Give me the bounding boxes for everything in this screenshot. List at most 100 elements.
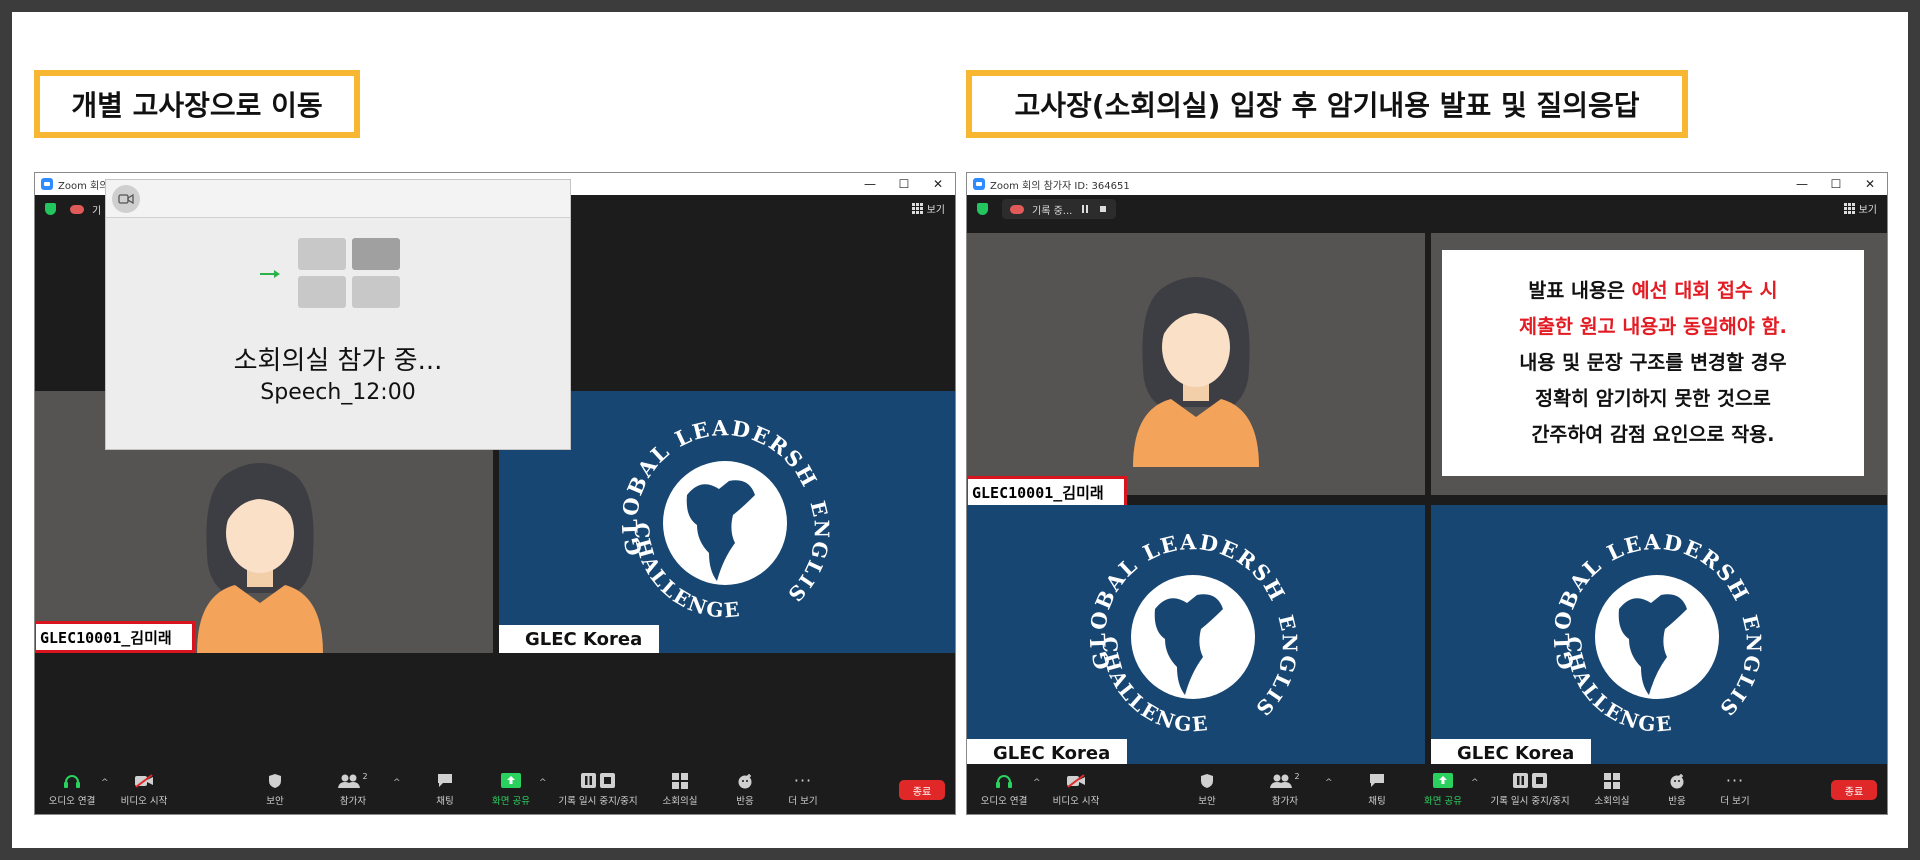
step-label-right: 고사장(소회의실) 입장 후 암기내용 발표 및 질의응답	[966, 70, 1688, 138]
view-label: 보기	[1858, 205, 1877, 216]
video-tile-glec-korea-2[interactable]: GLOBAL LEADERSHIP ENGLISH CHALLENGE GLEC…	[1431, 505, 1887, 767]
share-screen-icon	[501, 773, 521, 788]
cloud-record-icon	[1010, 204, 1024, 214]
zoom-logo-icon	[41, 178, 53, 190]
pause-icon[interactable]	[1080, 204, 1090, 214]
reaction-icon	[1670, 773, 1684, 788]
pause-stop-icon	[1513, 773, 1547, 788]
notice-line-3: 내용 및 문장 구조를 변경할 경우	[1519, 351, 1787, 374]
shield-icon	[269, 773, 281, 788]
video-button[interactable]: 비디오 시작	[111, 764, 177, 814]
security-shield-icon	[45, 203, 56, 215]
record-pause-button[interactable]: 기록 일시 중지/중지	[553, 764, 643, 814]
video-off-icon	[135, 773, 153, 788]
more-icon: ···	[793, 771, 813, 790]
participants-count: 2	[362, 771, 368, 781]
minimize-button[interactable]: —	[1785, 173, 1819, 195]
view-label: 보기	[926, 205, 945, 216]
audio-button[interactable]: 오디오 연결	[41, 764, 103, 814]
participants-icon	[1270, 774, 1293, 788]
notice-line-2: 제출한 원고 내용과 동일해야 함.	[1519, 315, 1787, 338]
dialog-subtitle: Speech_12:00	[260, 380, 416, 405]
minimize-button[interactable]: —	[853, 173, 887, 195]
dialog-title: 소회의실 참가 중...	[233, 346, 443, 376]
share-screen-button[interactable]: 화면 공유	[481, 764, 541, 814]
glec-logo: GLOBAL LEADERSHIP ENGLISH CHALLENGE	[1073, 517, 1300, 737]
canvas: 개별 고사장으로 이동 고사장(소회의실) 입장 후 암기내용 발표 및 질의응…	[12, 12, 1908, 848]
close-button[interactable]: ✕	[1853, 173, 1887, 195]
participant-name-tag-highlighted: GLEC10001_김미래	[967, 476, 1127, 508]
close-button[interactable]: ✕	[921, 173, 955, 195]
more-button[interactable]: ··· 더 보기	[1713, 764, 1757, 814]
step-label-left: 개별 고사장으로 이동	[34, 70, 360, 138]
recording-label: 기록 중...	[1032, 205, 1073, 217]
video-button[interactable]: 비디오 시작	[1043, 764, 1109, 814]
participant-name-tag: GLEC Korea	[1431, 739, 1591, 767]
view-button[interactable]: 보기	[911, 201, 945, 216]
camera-icon	[112, 184, 140, 213]
end-meeting-button[interactable]: 종료	[899, 780, 945, 800]
breakout-rooms-button[interactable]: 소회의실	[655, 764, 705, 814]
breakout-joining-dialog: 소회의실 참가 중... Speech_12:00	[105, 179, 571, 450]
step-label-left-text: 개별 고사장으로 이동	[71, 89, 323, 122]
notice-line-5: 간주하여 감점 요인으로 작용.	[1531, 423, 1775, 446]
security-shield-icon	[977, 203, 988, 215]
view-button[interactable]: 보기	[1843, 201, 1877, 216]
zoom-logo-icon	[973, 178, 985, 190]
security-button[interactable]: 보안	[255, 764, 295, 814]
chat-icon	[438, 774, 452, 787]
glec-logo: GLOBAL LEADERSHIP ENGLISH CHALLENGE	[605, 403, 832, 623]
share-caret-icon[interactable]: ^	[1471, 778, 1479, 788]
more-icon: ···	[1725, 771, 1745, 790]
notice-line-1: 발표 내용은 예선 대회 접수 시	[1528, 279, 1778, 302]
participants-button[interactable]: 2 참가자	[1263, 764, 1307, 814]
maximize-button[interactable]: ☐	[1819, 173, 1853, 195]
breakout-rooms-icon	[672, 772, 688, 789]
meeting-toolbar: 오디오 연결 ^ 비디오 시작 보안 2 참가자 ^ 채팅 화면 공유 ^ 기록…	[967, 764, 1887, 814]
reactions-button[interactable]: 반응	[725, 764, 765, 814]
record-pause-button[interactable]: 기록 일시 중지/중지	[1485, 764, 1575, 814]
participants-caret-icon[interactable]: ^	[1325, 778, 1333, 788]
dialog-header	[106, 180, 570, 218]
video-tile-participant[interactable]	[967, 233, 1425, 495]
participant-name-tag: GLEC Korea	[499, 625, 659, 653]
share-screen-icon	[1433, 773, 1453, 788]
pause-stop-icon	[581, 773, 615, 788]
chat-button[interactable]: 채팅	[425, 764, 465, 814]
video-off-icon	[1067, 773, 1085, 788]
notice-line-4: 정확히 암기하지 못한 것으로	[1535, 387, 1771, 410]
chat-icon	[1370, 774, 1384, 787]
avatar-icon	[197, 463, 323, 653]
window-title: Zoom 회의 참가자 ID: 364651	[990, 180, 1130, 192]
glec-logo: GLOBAL LEADERSHIP ENGLISH CHALLENGE	[1537, 517, 1764, 737]
participants-icon	[338, 774, 361, 788]
breakout-rooms-button[interactable]: 소회의실	[1587, 764, 1637, 814]
audio-caret-icon[interactable]: ^	[1033, 778, 1041, 788]
notice-card: 발표 내용은 예선 대회 접수 시 제출한 원고 내용과 동일해야 함. 내용 …	[1442, 250, 1864, 476]
end-meeting-button[interactable]: 종료	[1831, 780, 1877, 800]
headphones-icon	[64, 774, 80, 788]
participants-button[interactable]: 2 참가자	[331, 764, 375, 814]
title-bar: Zoom 회의 참가자 ID: 364651 — ☐ ✕	[967, 173, 1887, 195]
share-caret-icon[interactable]: ^	[539, 778, 547, 788]
cloud-record-icon	[70, 204, 84, 214]
participant-name-tag: GLEC Korea	[967, 739, 1127, 767]
maximize-button[interactable]: ☐	[887, 173, 921, 195]
recording-indicator: 기록 중...	[1002, 199, 1117, 219]
stop-icon[interactable]	[1098, 204, 1108, 214]
step-label-right-text: 고사장(소회의실) 입장 후 암기내용 발표 및 질의응답	[1014, 89, 1640, 122]
audio-caret-icon[interactable]: ^	[101, 778, 109, 788]
chat-button[interactable]: 채팅	[1357, 764, 1397, 814]
share-screen-button[interactable]: 화면 공유	[1413, 764, 1473, 814]
participants-caret-icon[interactable]: ^	[393, 778, 401, 788]
security-button[interactable]: 보안	[1187, 764, 1227, 814]
topbar-text: 기	[92, 205, 102, 217]
video-tile-glec-korea-1[interactable]: GLOBAL LEADERSHIP ENGLISH CHALLENGE GLEC…	[967, 505, 1425, 767]
breakout-rooms-graphic-icon	[260, 238, 400, 308]
grid-view-icon	[911, 203, 923, 214]
shield-icon	[1201, 773, 1213, 788]
audio-button[interactable]: 오디오 연결	[973, 764, 1035, 814]
meeting-top-bar: 기록 중... 보기	[967, 195, 1887, 223]
more-button[interactable]: ··· 더 보기	[781, 764, 825, 814]
reactions-button[interactable]: 반응	[1657, 764, 1697, 814]
